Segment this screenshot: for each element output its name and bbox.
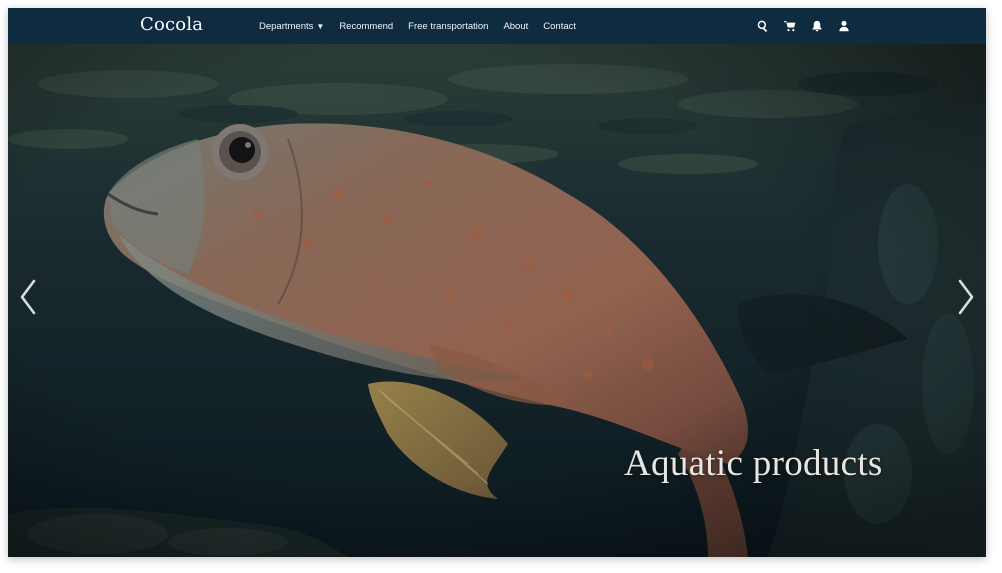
nav-free-transportation[interactable]: Free transportation — [408, 21, 488, 32]
nav-recommend[interactable]: Recommend — [339, 21, 393, 32]
nav-departments-label: Departments — [259, 20, 314, 32]
prev-slide-button[interactable] — [16, 276, 40, 318]
nav-recommend-label: Recommend — [339, 20, 394, 32]
chevron-left-icon — [20, 279, 36, 315]
next-slide-button[interactable] — [954, 276, 978, 318]
hero-carousel: Aquatic products — [8, 44, 986, 557]
nav-contact[interactable]: Contact — [543, 21, 576, 32]
brand-logo[interactable]: Cocola — [140, 14, 203, 35]
chevron-right-icon — [958, 279, 974, 315]
nav-links: Departments ▼ Recommend Free transportat… — [259, 8, 591, 44]
search-icon[interactable] — [756, 19, 770, 33]
user-icon[interactable] — [837, 19, 851, 33]
dropdown-caret-icon: ▼ — [316, 21, 325, 31]
nav-icons — [756, 8, 864, 44]
nav-contact-label: Contact — [543, 20, 577, 32]
browser-frame: Cocola Departments ▼ Recommend Free tran… — [8, 8, 986, 557]
nav-about[interactable]: About — [503, 21, 528, 32]
nav-departments[interactable]: Departments ▼ — [259, 21, 324, 32]
bell-icon[interactable] — [810, 19, 824, 33]
cart-icon[interactable] — [783, 19, 797, 33]
nav-free-transportation-label: Free transportation — [408, 20, 489, 32]
nav-about-label: About — [503, 20, 529, 32]
hero-caption: Aquatic products — [624, 443, 883, 484]
top-navbar: Cocola Departments ▼ Recommend Free tran… — [8, 8, 986, 44]
